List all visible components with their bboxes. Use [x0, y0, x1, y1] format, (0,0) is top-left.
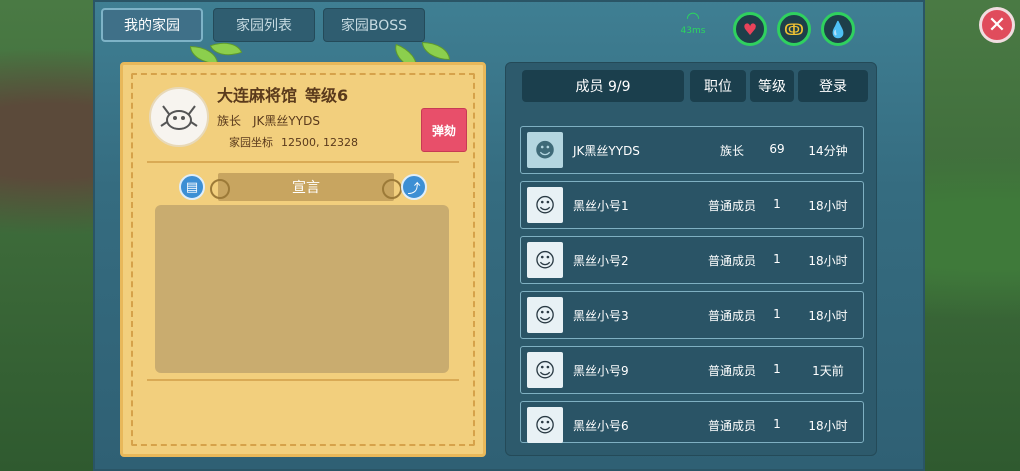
sort-by-role-button[interactable]: 职位	[690, 70, 746, 102]
heart-icon[interactable]: ♥	[733, 12, 767, 46]
member-name: 黑丝小号9	[573, 364, 629, 378]
ping-value: 43ms	[680, 26, 706, 36]
member-role: 普通成员	[707, 309, 756, 323]
member-level: 1	[773, 252, 781, 266]
leader-name: JK黑丝YYDS	[253, 114, 320, 128]
member-level: 1	[773, 307, 781, 321]
close-button[interactable]: ✕	[979, 7, 1015, 43]
member-role: 普通成员	[707, 419, 756, 433]
member-name: 黑丝小号2	[573, 254, 629, 268]
water-drop-icon[interactable]: 💧	[821, 12, 855, 46]
tab-home-list[interactable]: 家园列表	[213, 8, 315, 42]
member-row[interactable]: ☺ 黑丝小号2 普通成员 1 18小时	[520, 236, 864, 284]
member-avatar: ☺	[527, 297, 563, 333]
home-leader: 族长 JK黑丝YYDS	[217, 112, 320, 129]
member-row[interactable]: ☺ 黑丝小号3 普通成员 1 18小时	[520, 291, 864, 339]
member-row[interactable]: ☻ JK黑丝YYDS 族长 69 14分钟	[520, 126, 864, 174]
member-login: 18小时	[808, 309, 848, 323]
impeach-button[interactable]: 弹劾	[421, 108, 467, 152]
divider	[147, 161, 459, 163]
crab-emblem-icon	[149, 87, 209, 147]
clipboard-icon[interactable]: ▤	[179, 174, 205, 200]
divider-bottom	[147, 379, 459, 381]
member-avatar: ☺	[527, 352, 563, 388]
sort-by-login-button[interactable]: 登录	[798, 70, 868, 102]
home-title: 大连麻将馆 等级6	[217, 82, 348, 106]
member-count-header: 成员 9/9	[522, 70, 684, 102]
member-level: 1	[773, 362, 781, 376]
wifi-icon: ◠	[686, 8, 700, 27]
member-level: 1	[773, 197, 781, 211]
member-avatar: ☻	[527, 132, 563, 168]
member-role: 普通成员	[707, 254, 756, 268]
arm-strength-icon[interactable]: ↂ	[777, 12, 811, 46]
home-coords: 家园坐标 12500, 12328	[229, 134, 358, 150]
member-name: 黑丝小号6	[573, 419, 629, 433]
member-name: 黑丝小号3	[573, 309, 629, 323]
declaration-title: 宣言	[292, 180, 320, 196]
member-login: 18小时	[808, 199, 848, 213]
member-list-panel: 成员 9/9 职位 等级 登录 ☻ JK黑丝YYDS 族长 69 14分钟 ☺ …	[505, 62, 877, 456]
coords-value: 12500, 12328	[281, 136, 358, 149]
tab-home-boss[interactable]: 家园BOSS	[323, 8, 425, 42]
home-info-board: 大连麻将馆 等级6 族长 JK黑丝YYDS 家园坐标 12500, 12328 弹劾 …	[120, 62, 486, 457]
member-role: 族长	[719, 144, 744, 158]
member-level: 1	[773, 417, 781, 431]
member-row[interactable]: ☺ 黑丝小号1 普通成员 1 18小时	[520, 181, 864, 229]
member-row[interactable]: ☺ 黑丝小号9 普通成员 1 1天前	[520, 346, 864, 394]
member-name: JK黑丝YYDS	[573, 144, 640, 158]
share-icon[interactable]: ⤴	[401, 174, 427, 200]
member-avatar: ☺	[527, 407, 563, 443]
member-login: 14分钟	[808, 144, 848, 158]
member-name: 黑丝小号1	[573, 199, 629, 213]
home-name: 大连麻将馆	[217, 86, 298, 105]
member-role: 普通成员	[707, 199, 756, 213]
declaration-textbox[interactable]	[155, 205, 449, 373]
member-role: 普通成员	[707, 364, 756, 378]
home-level: 等级6	[305, 86, 349, 105]
tab-my-home[interactable]: 我的家园	[101, 8, 203, 42]
member-row[interactable]: ☺ 黑丝小号6 普通成员 1 18小时	[520, 401, 864, 443]
coords-label: 家园坐标	[229, 136, 273, 149]
member-login: 18小时	[808, 419, 848, 433]
member-level: 69	[769, 142, 785, 156]
leader-label: 族长	[217, 114, 242, 128]
member-avatar: ☺	[527, 242, 563, 278]
network-status: ◠ 43ms	[678, 8, 708, 37]
declaration-header: 宣言	[210, 173, 402, 201]
member-avatar: ☺	[527, 187, 563, 223]
member-login: 1天前	[812, 364, 844, 378]
member-login: 18小时	[808, 254, 848, 268]
sort-by-level-button[interactable]: 等级	[750, 70, 794, 102]
